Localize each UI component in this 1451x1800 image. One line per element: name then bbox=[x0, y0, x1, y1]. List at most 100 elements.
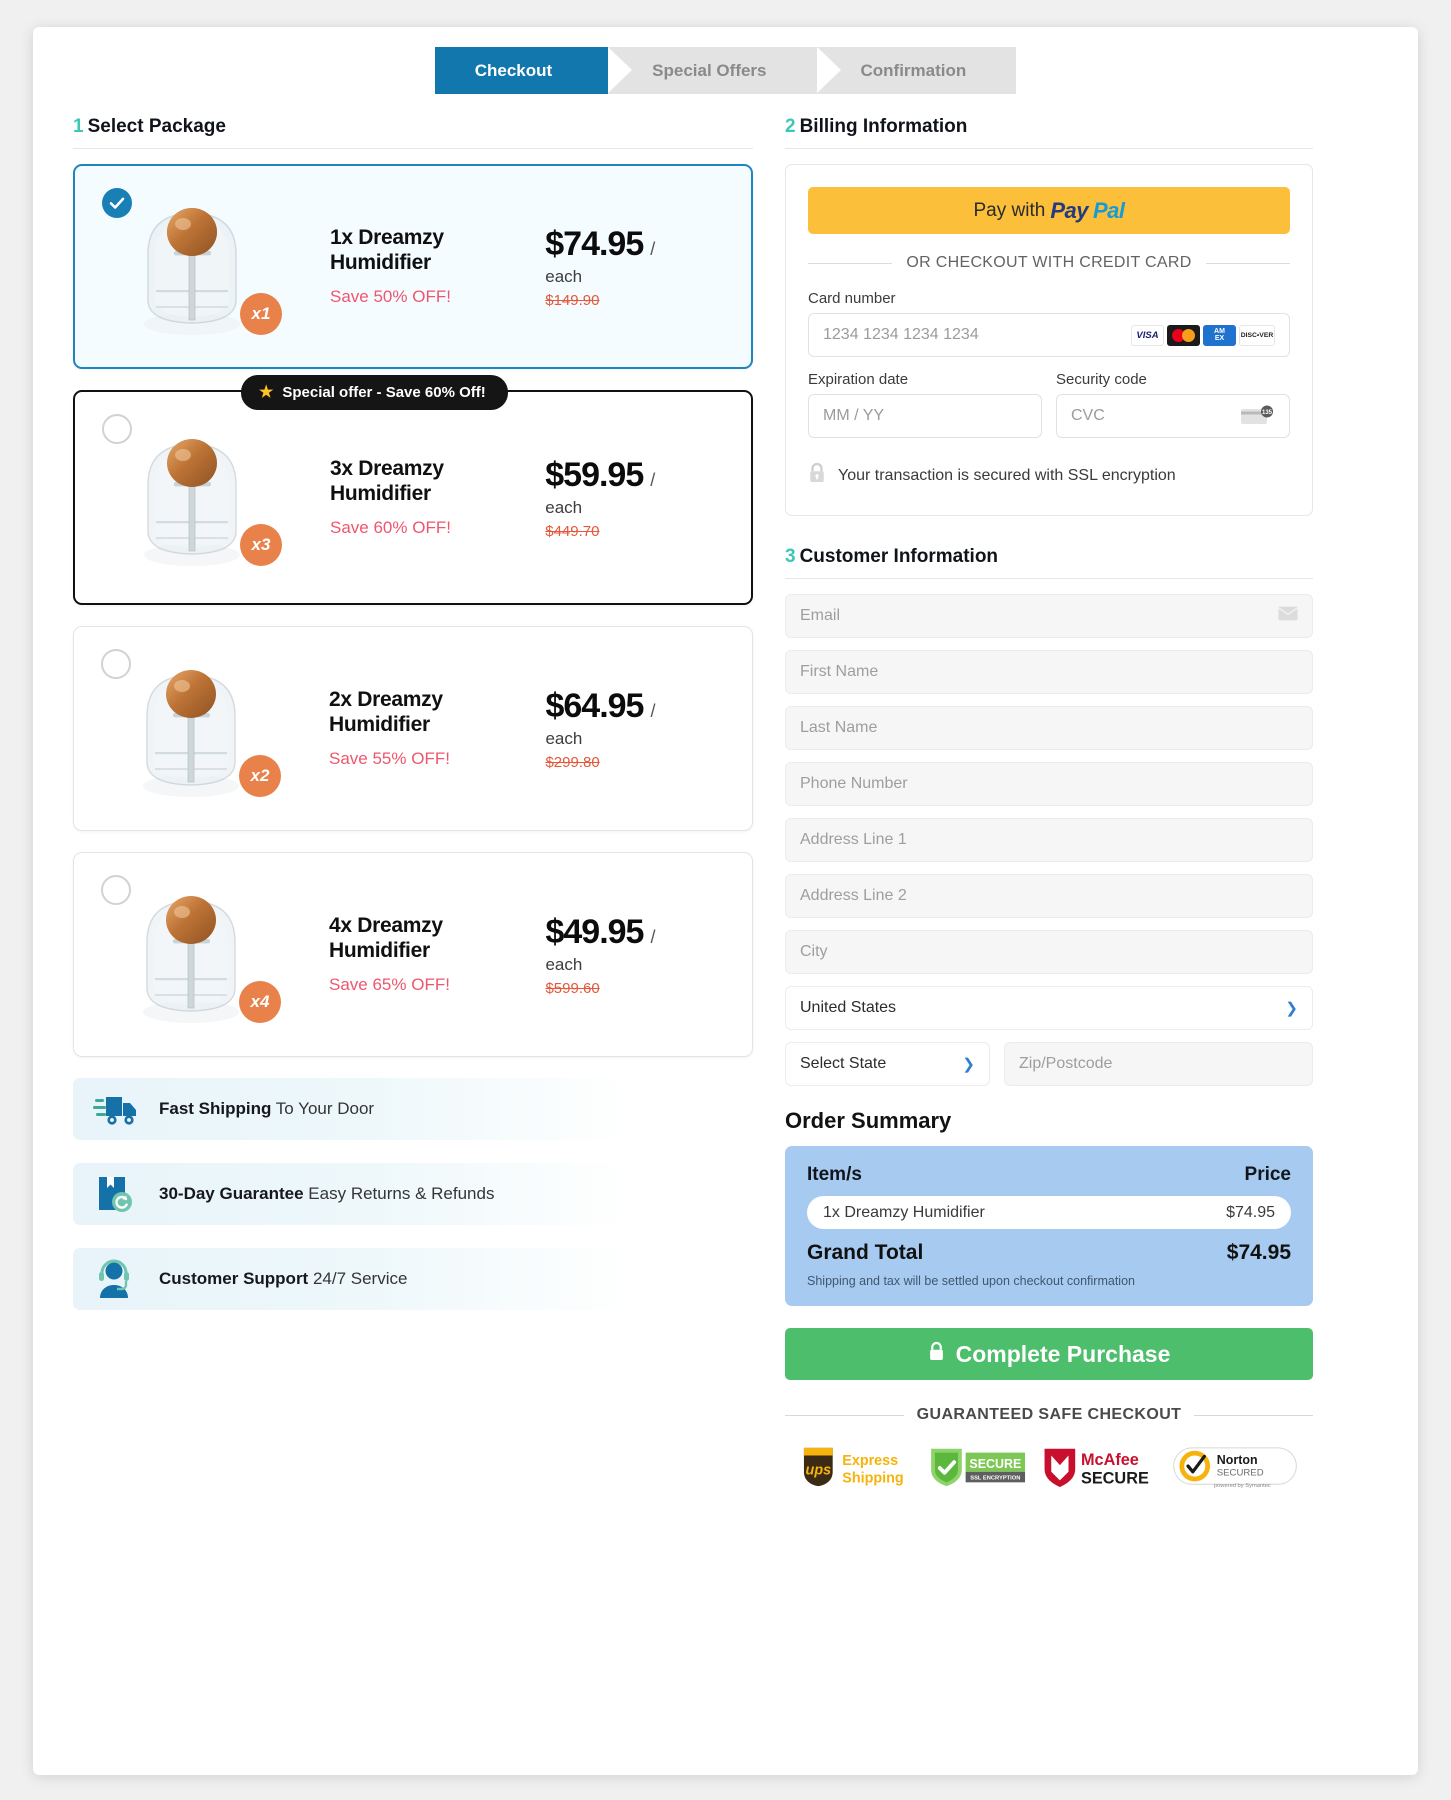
first-name-placeholder: First Name bbox=[800, 663, 879, 680]
grand-total-label: Grand Total bbox=[807, 1241, 924, 1264]
order-summary-note: Shipping and tax will be settled upon ch… bbox=[807, 1274, 1135, 1288]
star-icon: ★ bbox=[259, 384, 274, 401]
amex-line-1: AM bbox=[1214, 327, 1225, 335]
benefit-fast-shipping: Fast Shipping To Your Door bbox=[73, 1078, 725, 1140]
benefit-fast-shipping-rest: To Your Door bbox=[271, 1099, 375, 1118]
safe-checkout-divider: GUARANTEED SAFE CHECKOUT bbox=[785, 1406, 1313, 1424]
billing-number: 2 bbox=[785, 116, 796, 137]
billing-heading: 2 Billing Information bbox=[785, 116, 1313, 149]
card-number-input[interactable]: 1234 1234 1234 1234 VISA AM EX DISC•VER bbox=[808, 313, 1290, 357]
card-brand-icons: VISA AM EX DISC•VER bbox=[1131, 324, 1275, 346]
grand-total-value: $74.95 bbox=[1226, 1241, 1291, 1264]
expiry-input[interactable]: MM / YY bbox=[808, 394, 1042, 438]
first-name-field[interactable]: First Name bbox=[785, 650, 1313, 694]
state-value: Select State bbox=[800, 1055, 887, 1072]
step-checkout[interactable]: Checkout bbox=[434, 47, 632, 94]
svg-text:SECURE: SECURE bbox=[1081, 1469, 1149, 1487]
address-2-placeholder: Address Line 2 bbox=[800, 887, 907, 904]
benefit-guarantee-text: 30-Day Guarantee Easy Returns & Refunds bbox=[159, 1184, 494, 1204]
step-confirmation[interactable]: Confirmation bbox=[816, 47, 1017, 94]
trust-badges: ups Express Shipping SECURE SSL ENCRYPTI… bbox=[785, 1444, 1313, 1495]
benefit-support-text: Customer Support 24/7 Service bbox=[159, 1269, 407, 1289]
special-offer-label: Special offer - Save 60% Off! bbox=[282, 383, 486, 401]
benefit-fast-shipping-bold: Fast Shipping bbox=[159, 1099, 272, 1118]
package-radio-4x[interactable] bbox=[101, 875, 131, 905]
lock-icon bbox=[928, 1341, 945, 1368]
svg-text:McAfee: McAfee bbox=[1081, 1451, 1139, 1469]
address-1-field[interactable]: Address Line 1 bbox=[785, 818, 1313, 862]
paypal-logo-pay: Pay bbox=[1050, 197, 1088, 223]
mastercard-icon bbox=[1167, 324, 1200, 346]
package-option-1x[interactable]: x1 1x Dreamzy Humidifier Save 50% OFF! $… bbox=[73, 164, 753, 369]
phone-field[interactable]: Phone Number bbox=[785, 762, 1313, 806]
complete-purchase-button[interactable]: Complete Purchase bbox=[785, 1328, 1313, 1380]
svg-text:powered by Symantec: powered by Symantec bbox=[1214, 1483, 1271, 1489]
step-special-offers[interactable]: Special Offers bbox=[608, 47, 840, 94]
package-radio-3x[interactable] bbox=[102, 414, 132, 444]
package-each-4x: each bbox=[545, 954, 583, 974]
customer-title: Customer Information bbox=[799, 546, 999, 567]
package-option-4x[interactable]: x4 4x Dreamzy Humidifier Save 65% OFF! $… bbox=[73, 852, 753, 1057]
visa-icon: VISA bbox=[1131, 324, 1164, 346]
package-title-2x: 2x Dreamzy Humidifier bbox=[329, 687, 443, 736]
package-each-3x: each bbox=[545, 497, 583, 517]
quantity-badge-1x: x1 bbox=[240, 293, 282, 335]
cvc-placeholder: CVC bbox=[1071, 407, 1105, 424]
shipping-truck-icon bbox=[93, 1087, 139, 1131]
package-price-block-3x: $59.95 / each $449.70 bbox=[545, 456, 683, 540]
quantity-badge-4x: x4 bbox=[239, 981, 281, 1023]
last-name-field[interactable]: Last Name bbox=[785, 706, 1313, 750]
benefit-support-rest: 24/7 Service bbox=[308, 1269, 408, 1288]
select-package-number: 1 bbox=[73, 116, 84, 137]
step-special-offers-label: Special Offers bbox=[652, 60, 767, 80]
svg-text:135: 135 bbox=[1262, 410, 1273, 416]
package-price-3x: $59.95 bbox=[545, 455, 644, 494]
product-image-2x: x2 bbox=[129, 656, 281, 801]
package-title-1x: 1x Dreamzy Humidifier bbox=[330, 225, 444, 274]
mcafee-secure-badge: McAfee SECURE bbox=[1040, 1444, 1166, 1495]
package-price-slash-1x: / bbox=[650, 238, 656, 259]
order-summary-col-price: Price bbox=[1244, 1164, 1291, 1185]
state-select[interactable]: Select State ❯ bbox=[785, 1042, 990, 1086]
package-old-price-2x: $299.80 bbox=[545, 753, 600, 771]
envelope-icon bbox=[1278, 606, 1298, 626]
customer-heading: 3 Customer Information bbox=[785, 546, 1313, 579]
chevron-down-icon: ❯ bbox=[1285, 1000, 1298, 1017]
cvc-hint-icon: 135 bbox=[1241, 405, 1275, 427]
email-field[interactable]: Email bbox=[785, 594, 1313, 638]
order-grand-total: Grand Total $74.95 bbox=[807, 1241, 1291, 1265]
city-field[interactable]: City bbox=[785, 930, 1313, 974]
address-2-field[interactable]: Address Line 2 bbox=[785, 874, 1313, 918]
ssl-note: Your transaction is secured with SSL enc… bbox=[808, 462, 1290, 489]
svg-text:SECURE: SECURE bbox=[970, 1457, 1022, 1471]
package-radio-1x[interactable] bbox=[102, 188, 132, 218]
amex-icon: AM EX bbox=[1203, 324, 1236, 346]
product-image-1x: x1 bbox=[130, 194, 282, 339]
svg-text:Norton: Norton bbox=[1217, 1453, 1258, 1467]
cvc-input[interactable]: CVC 135 bbox=[1056, 394, 1290, 438]
billing-box: Pay with Pay Pal OR CHECKOUT WITH CREDIT … bbox=[785, 164, 1313, 516]
package-save-1x: Save 50% OFF! bbox=[330, 287, 451, 307]
support-agent-icon bbox=[93, 1257, 139, 1301]
order-summary-header: Item/s Price bbox=[807, 1164, 1291, 1186]
order-summary-row: 1x Dreamzy Humidifier $74.95 bbox=[807, 1196, 1291, 1229]
expiry-placeholder: MM / YY bbox=[823, 407, 885, 424]
ssl-note-text: Your transaction is secured with SSL enc… bbox=[838, 466, 1176, 484]
package-option-3x[interactable]: ★ Special offer - Save 60% Off! x3 3x Dr… bbox=[73, 375, 753, 605]
card-number-placeholder: 1234 1234 1234 1234 bbox=[823, 326, 979, 343]
chevron-down-icon: ❯ bbox=[962, 1056, 975, 1073]
package-each-2x: each bbox=[545, 728, 583, 748]
ups-express-shipping-badge: ups Express Shipping bbox=[799, 1444, 921, 1495]
country-value: United States bbox=[800, 999, 897, 1016]
svg-text:SSL ENCRYPTION: SSL ENCRYPTION bbox=[971, 1475, 1021, 1481]
billing-title: Billing Information bbox=[799, 116, 968, 137]
expiry-label: Expiration date bbox=[808, 371, 909, 388]
package-radio-2x[interactable] bbox=[101, 649, 131, 679]
package-title-4x: 4x Dreamzy Humidifier bbox=[329, 913, 443, 962]
order-summary-col-item: Item/s bbox=[807, 1164, 862, 1185]
package-option-2x[interactable]: x2 2x Dreamzy Humidifier Save 55% OFF! $… bbox=[73, 626, 753, 831]
paypal-button[interactable]: Pay with Pay Pal bbox=[808, 187, 1290, 234]
country-select[interactable]: United States ❯ bbox=[785, 986, 1313, 1030]
zip-field[interactable]: Zip/Postcode bbox=[1004, 1042, 1313, 1086]
card-number-label: Card number bbox=[808, 290, 896, 307]
